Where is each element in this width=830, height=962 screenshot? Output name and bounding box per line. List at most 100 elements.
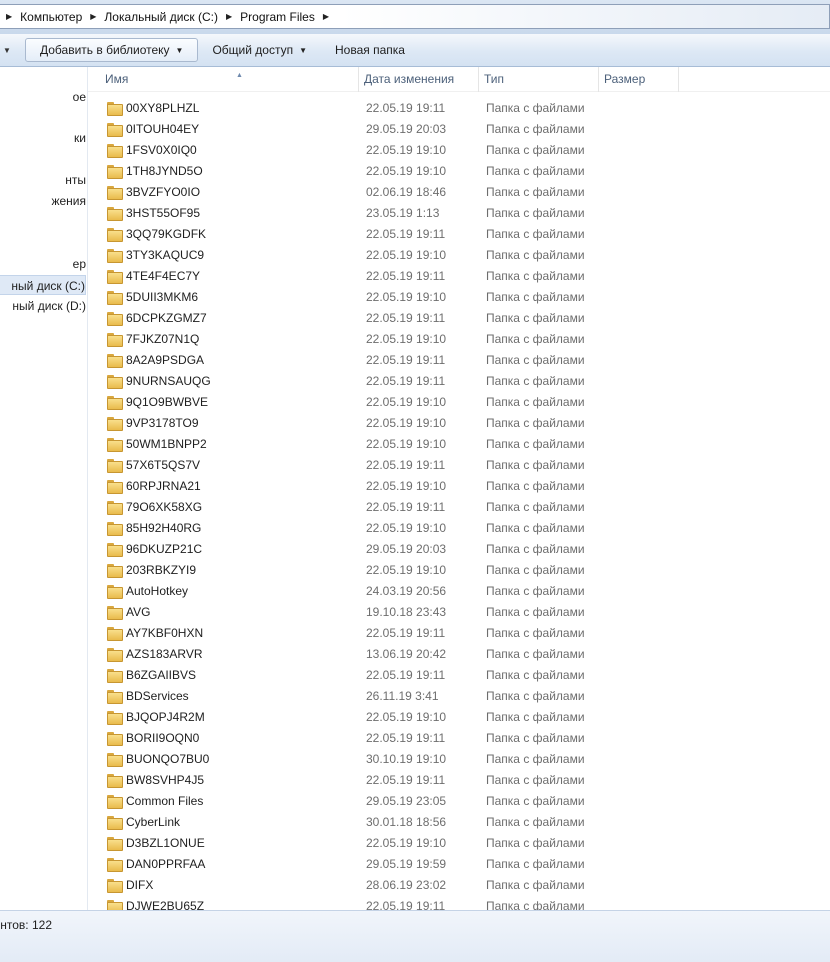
nav-item-label: ный диск (C:) xyxy=(11,279,85,293)
table-row[interactable]: 60RPJRNA21 22.05.19 19:10 Папка с файлами xyxy=(88,476,830,497)
file-name: 3BVZFYO0IO xyxy=(126,185,201,199)
table-row[interactable]: 79O6XK58XG 22.05.19 19:11 Папка с файлами xyxy=(88,497,830,518)
table-row[interactable]: DAN0PPRFAA 29.05.19 19:59 Папка с файлами xyxy=(88,854,830,875)
share-button[interactable]: Общий доступ ▼ xyxy=(198,38,321,62)
table-row[interactable]: 96DKUZP21C 29.05.19 20:03 Папка с файлами xyxy=(88,539,830,560)
table-row[interactable]: BUONQO7BU0 30.10.19 19:10 Папка с файлами xyxy=(88,749,830,770)
nav-item[interactable]: ое xyxy=(0,87,86,107)
nav-item[interactable]: ки xyxy=(0,128,86,148)
table-row[interactable]: AutoHotkey 24.03.19 20:56 Папка с файлами xyxy=(88,581,830,602)
folder-icon xyxy=(107,354,123,368)
table-row[interactable]: CyberLink 30.01.18 18:56 Папка с файлами xyxy=(88,812,830,833)
file-type: Папка с файлами xyxy=(486,290,585,304)
nav-item-label: нты xyxy=(65,173,86,187)
table-row[interactable]: AVG 19.10.18 23:43 Папка с файлами xyxy=(88,602,830,623)
file-type: Папка с файлами xyxy=(486,500,585,514)
table-row[interactable]: 4TE4F4EC7Y 22.05.19 19:11 Папка с файлами xyxy=(88,266,830,287)
table-row[interactable]: BDServices 26.11.19 3:41 Папка с файлами xyxy=(88,686,830,707)
table-row[interactable]: 00XY8PLHZL 22.05.19 19:11 Папка с файлами xyxy=(88,98,830,119)
table-row[interactable]: 5DUII3MKM6 22.05.19 19:10 Папка с файлами xyxy=(88,287,830,308)
column-header-size[interactable]: Размер xyxy=(599,67,679,92)
table-row[interactable]: BJQOPJ4R2M 22.05.19 19:10 Папка с файлами xyxy=(88,707,830,728)
folder-icon xyxy=(107,606,123,620)
file-name: 00XY8PLHZL xyxy=(126,101,200,115)
new-folder-button[interactable]: Новая папка xyxy=(321,38,419,62)
table-row[interactable]: 0ITOUH04EY 29.05.19 20:03 Папка с файлами xyxy=(88,119,830,140)
table-row[interactable]: 6DCPKZGMZ7 22.05.19 19:11 Папка с файлами xyxy=(88,308,830,329)
table-row[interactable]: 1TH8JYND5O 22.05.19 19:10 Папка с файлами xyxy=(88,161,830,182)
table-row[interactable]: DIFX 28.06.19 23:02 Папка с файлами xyxy=(88,875,830,896)
table-row[interactable]: 85H92H40RG 22.05.19 19:10 Папка с файлами xyxy=(88,518,830,539)
file-name: BORII9OQN0 xyxy=(126,731,200,745)
folder-icon xyxy=(107,564,123,578)
chevron-right-icon[interactable]: ▶ xyxy=(220,12,238,21)
nav-item-label: ое xyxy=(72,90,86,104)
chevron-right-icon[interactable]: ▶ xyxy=(0,12,18,21)
table-row[interactable]: 3HST55OF95 23.05.19 1:13 Папка с файлами xyxy=(88,203,830,224)
folder-icon xyxy=(107,774,123,788)
chevron-down-icon[interactable]: ▼ xyxy=(0,38,14,63)
file-type: Папка с файлами xyxy=(486,563,585,577)
table-row[interactable]: 50WM1BNPP2 22.05.19 19:10 Папка с файлами xyxy=(88,434,830,455)
folder-icon xyxy=(107,207,123,221)
file-type: Папка с файлами xyxy=(486,815,585,829)
breadcrumb-local-disk-c[interactable]: Локальный диск (C:) xyxy=(102,10,220,24)
chevron-right-icon[interactable]: ▶ xyxy=(84,12,102,21)
table-row[interactable]: BW8SVHP4J5 22.05.19 19:11 Папка с файлами xyxy=(88,770,830,791)
add-to-library-button[interactable]: Добавить в библиотеку ▼ xyxy=(25,38,199,62)
file-type: Папка с файлами xyxy=(486,731,585,745)
table-row[interactable]: 9VP3178TO9 22.05.19 19:10 Папка с файлами xyxy=(88,413,830,434)
nav-item[interactable]: жения xyxy=(0,191,86,211)
table-row[interactable]: AZS183ARVR 13.06.19 20:42 Папка с файлами xyxy=(88,644,830,665)
folder-icon xyxy=(107,501,123,515)
table-row[interactable]: 57X6T5QS7V 22.05.19 19:11 Папка с файлами xyxy=(88,455,830,476)
table-row[interactable]: AY7KBF0HXN 22.05.19 19:11 Папка с файлами xyxy=(88,623,830,644)
table-row[interactable]: 3BVZFYO0IO 02.06.19 18:46 Папка с файлами xyxy=(88,182,830,203)
table-row[interactable]: B6ZGAIIBVS 22.05.19 19:11 Папка с файлами xyxy=(88,665,830,686)
address-empty-area[interactable] xyxy=(340,5,829,28)
folder-icon xyxy=(107,249,123,263)
item-count: ементов: 122 xyxy=(0,918,52,932)
table-row[interactable]: DJWE2BU65Z 22.05.19 19:11 Папка с файлами xyxy=(88,896,830,910)
file-type: Папка с файлами xyxy=(486,395,585,409)
file-type: Папка с файлами xyxy=(486,773,585,787)
table-row[interactable]: 203RBKZYI9 22.05.19 19:10 Папка с файлами xyxy=(88,560,830,581)
breadcrumb-computer[interactable]: Компьютер xyxy=(18,10,84,24)
nav-item[interactable]: ный диск (C:) xyxy=(0,275,86,295)
file-type: Папка с файлами xyxy=(486,878,585,892)
nav-item[interactable]: нты xyxy=(0,170,86,190)
chevron-right-icon[interactable]: ▶ xyxy=(317,12,335,21)
column-header-name[interactable]: Имя ▲ xyxy=(100,67,359,92)
folder-icon xyxy=(107,690,123,704)
file-date: 30.10.19 19:10 xyxy=(366,752,447,766)
folder-icon xyxy=(107,627,123,641)
breadcrumb-program-files[interactable]: Program Files xyxy=(238,10,317,24)
file-name: AutoHotkey xyxy=(126,584,189,598)
file-date: 22.05.19 19:10 xyxy=(366,710,447,724)
table-row[interactable]: 9NURNSAUQG 22.05.19 19:11 Папка с файлами xyxy=(88,371,830,392)
file-type: Папка с файлами xyxy=(486,143,585,157)
breadcrumb[interactable]: ▶ Компьютер ▶ Локальный диск (C:) ▶ Prog… xyxy=(0,4,830,29)
file-name: BW8SVHP4J5 xyxy=(126,773,205,787)
column-header-type[interactable]: Тип xyxy=(479,67,599,92)
file-type: Папка с файлами xyxy=(486,752,585,766)
column-header-date[interactable]: Дата изменения xyxy=(359,67,479,92)
table-row[interactable]: 9Q1O9BWBVE 22.05.19 19:10 Папка с файлами xyxy=(88,392,830,413)
folder-icon xyxy=(107,858,123,872)
file-date: 22.05.19 19:10 xyxy=(366,395,447,409)
file-name: 85H92H40RG xyxy=(126,521,202,535)
table-row[interactable]: 3TY3KAQUC9 22.05.19 19:10 Папка с файлами xyxy=(88,245,830,266)
file-type: Папка с файлами xyxy=(486,248,585,262)
table-row[interactable]: 8A2A9PSDGA 22.05.19 19:11 Папка с файлами xyxy=(88,350,830,371)
table-row[interactable]: D3BZL1ONUE 22.05.19 19:10 Папка с файлами xyxy=(88,833,830,854)
folder-icon xyxy=(107,480,123,494)
table-row[interactable]: Common Files 29.05.19 23:05 Папка с файлам… xyxy=(88,791,830,812)
table-row[interactable]: 3QQ79KGDFK 22.05.19 19:11 Папка с файлами xyxy=(88,224,830,245)
table-row[interactable]: 1FSV0X0IQ0 22.05.19 19:10 Папка с файлами xyxy=(88,140,830,161)
table-row[interactable]: 7FJKZ07N1Q 22.05.19 19:10 Папка с файлами xyxy=(88,329,830,350)
status-bar: ементов: 122 xyxy=(0,910,830,962)
file-type: Папка с файлами xyxy=(486,479,585,493)
nav-item[interactable]: ер xyxy=(0,254,86,274)
nav-item[interactable]: ный диск (D:) xyxy=(0,296,86,316)
table-row[interactable]: BORII9OQN0 22.05.19 19:11 Папка с файлами xyxy=(88,728,830,749)
